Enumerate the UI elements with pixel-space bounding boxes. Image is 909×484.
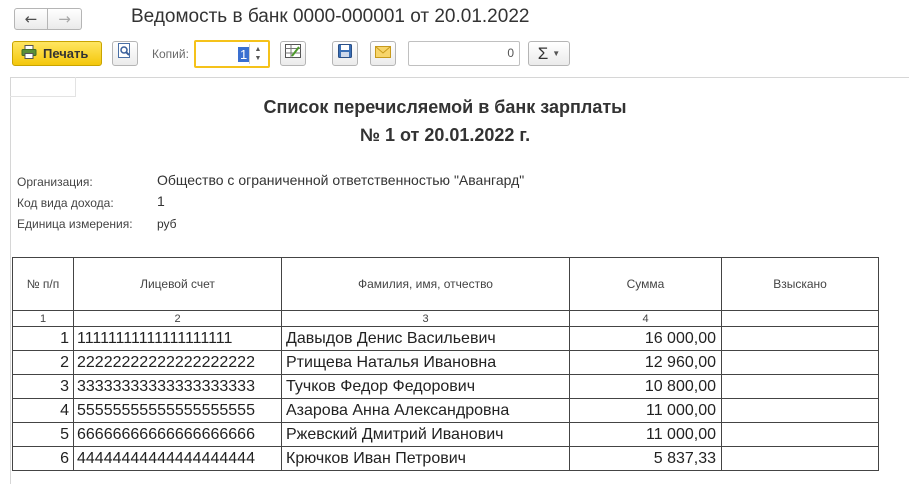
employee-name-cell: Азарова Анна Александровна xyxy=(281,398,570,423)
header-cell: Лицевой счет xyxy=(73,257,282,311)
copies-value: 1 xyxy=(238,47,250,62)
unit-label: Единица измерения: xyxy=(17,217,133,231)
floppy-icon xyxy=(338,44,352,63)
table-row[interactable]: 1 11111111111111111111 Давыдов Денис Вас… xyxy=(12,326,879,351)
back-button[interactable]: ← xyxy=(14,8,48,30)
copies-stepper[interactable]: ▲ ▼ xyxy=(249,44,266,64)
account-cell: 66666666666666666666 xyxy=(73,422,282,447)
column-number: 3 xyxy=(281,310,570,327)
header-cell: Сумма xyxy=(569,257,722,311)
table-row[interactable]: 2 22222222222222222222 Ртищева Наталья И… xyxy=(12,350,879,375)
column-number: 2 xyxy=(73,310,282,327)
column-number xyxy=(721,310,879,327)
amount-cell: 11 000,00 xyxy=(569,398,722,423)
withheld-cell xyxy=(721,374,879,399)
edit-mode-button[interactable] xyxy=(280,41,306,66)
amount-cell: 12 960,00 xyxy=(569,350,722,375)
print-button[interactable]: Печать xyxy=(12,41,102,66)
sum-field: 0 xyxy=(408,41,520,66)
sigma-icon: Σ xyxy=(537,43,549,63)
employee-name-cell: Ртищева Наталья Ивановна xyxy=(281,350,570,375)
withheld-cell xyxy=(721,350,879,375)
header-cell: № п/п xyxy=(12,257,74,311)
sum-mode-dropdown[interactable]: Σ ▼ xyxy=(528,41,570,66)
income-code-value: 1 xyxy=(157,193,165,209)
row-number: 4 xyxy=(12,398,74,423)
amount-cell: 16 000,00 xyxy=(569,326,722,351)
account-cell: 33333333333333333333 xyxy=(73,374,282,399)
table-row[interactable]: 4 55555555555555555555 Азарова Анна Алек… xyxy=(12,398,879,423)
employee-name-cell: Ржевский Дмитрий Иванович xyxy=(281,422,570,447)
copies-input[interactable]: 1 ▲ ▼ xyxy=(194,40,270,68)
forward-button[interactable]: → xyxy=(48,8,82,30)
withheld-cell xyxy=(721,326,879,351)
employee-name-cell: Давыдов Денис Васильевич xyxy=(281,326,570,351)
income-code-label: Код вида дохода: xyxy=(17,196,114,210)
toolbar: Печать Копий: 1 ▲ ▼ 0 Σ ▼ xyxy=(0,40,909,70)
account-cell: 44444444444444444444 xyxy=(73,446,282,471)
column-number: 1 xyxy=(12,310,74,327)
row-number: 5 xyxy=(12,422,74,447)
salary-table: № п/п Лицевой счет Фамилия, имя, отчеств… xyxy=(12,257,879,471)
table-header-row: № п/п Лицевой счет Фамилия, имя, отчеств… xyxy=(12,257,879,311)
withheld-cell xyxy=(721,446,879,471)
column-number: 4 xyxy=(569,310,722,327)
copies-label: Копий: xyxy=(152,47,189,61)
navigation-buttons: ← → xyxy=(14,8,82,30)
row-number: 2 xyxy=(12,350,74,375)
arrow-right-icon: → xyxy=(58,10,71,28)
amount-cell: 10 800,00 xyxy=(569,374,722,399)
withheld-cell xyxy=(721,398,879,423)
spreadsheet-corner xyxy=(10,77,76,97)
print-label: Печать xyxy=(43,46,89,61)
column-number-row: 1 2 3 4 xyxy=(12,310,879,327)
printer-icon xyxy=(21,45,37,62)
chevron-down-icon: ▼ xyxy=(552,49,561,58)
report-title: Список перечисляемой в банк зарплаты xyxy=(263,97,627,117)
magnifier-icon xyxy=(118,43,132,64)
email-button[interactable] xyxy=(370,41,396,66)
table-row[interactable]: 6 44444444444444444444 Крючков Иван Петр… xyxy=(12,446,879,471)
account-cell: 55555555555555555555 xyxy=(73,398,282,423)
row-number: 1 xyxy=(12,326,74,351)
account-cell: 11111111111111111111 xyxy=(73,326,282,351)
table-row[interactable]: 5 66666666666666666666 Ржевский Дмитрий … xyxy=(12,422,879,447)
account-cell: 22222222222222222222 xyxy=(73,350,282,375)
amount-cell: 11 000,00 xyxy=(569,422,722,447)
withheld-cell xyxy=(721,422,879,447)
spin-up-icon: ▲ xyxy=(254,46,262,53)
report-number: № 1 от 20.01.2022 г. xyxy=(359,125,531,145)
unit-value: руб xyxy=(157,217,177,231)
preview-button[interactable] xyxy=(112,41,138,66)
spin-down-icon: ▼ xyxy=(254,55,262,62)
row-number: 3 xyxy=(12,374,74,399)
save-button[interactable] xyxy=(332,41,358,66)
arrow-left-icon: ← xyxy=(24,10,38,28)
organization-value: Общество с ограниченной ответственностью… xyxy=(157,172,525,188)
organization-label: Организация: xyxy=(17,175,93,189)
employee-name-cell: Крючков Иван Петрович xyxy=(281,446,570,471)
amount-cell: 5 837,33 xyxy=(569,446,722,471)
table-edit-icon xyxy=(285,44,301,63)
window-title: Ведомость в банк 0000-000001 от 20.01.20… xyxy=(131,6,530,27)
envelope-icon xyxy=(375,45,391,63)
header-cell: Фамилия, имя, отчество xyxy=(281,257,570,311)
header-cell: Взыскано xyxy=(721,257,879,311)
employee-name-cell: Тучков Федор Федорович xyxy=(281,374,570,399)
row-number: 6 xyxy=(12,446,74,471)
table-row[interactable]: 3 33333333333333333333 Тучков Федор Федо… xyxy=(12,374,879,399)
